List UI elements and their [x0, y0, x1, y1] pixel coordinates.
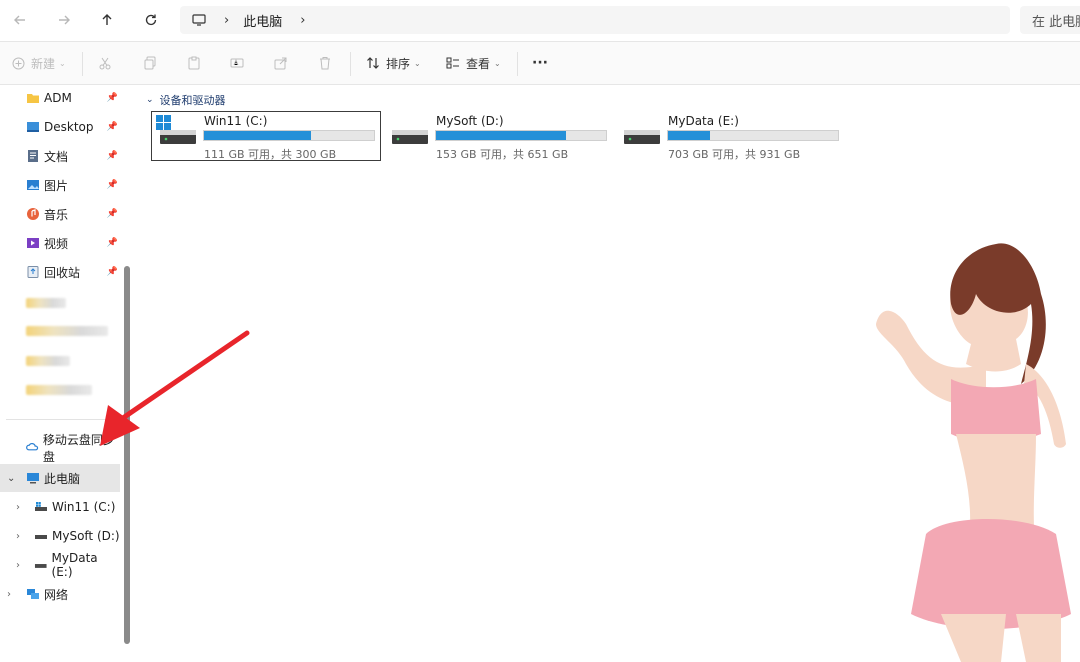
annotation-arrow [100, 330, 250, 446]
